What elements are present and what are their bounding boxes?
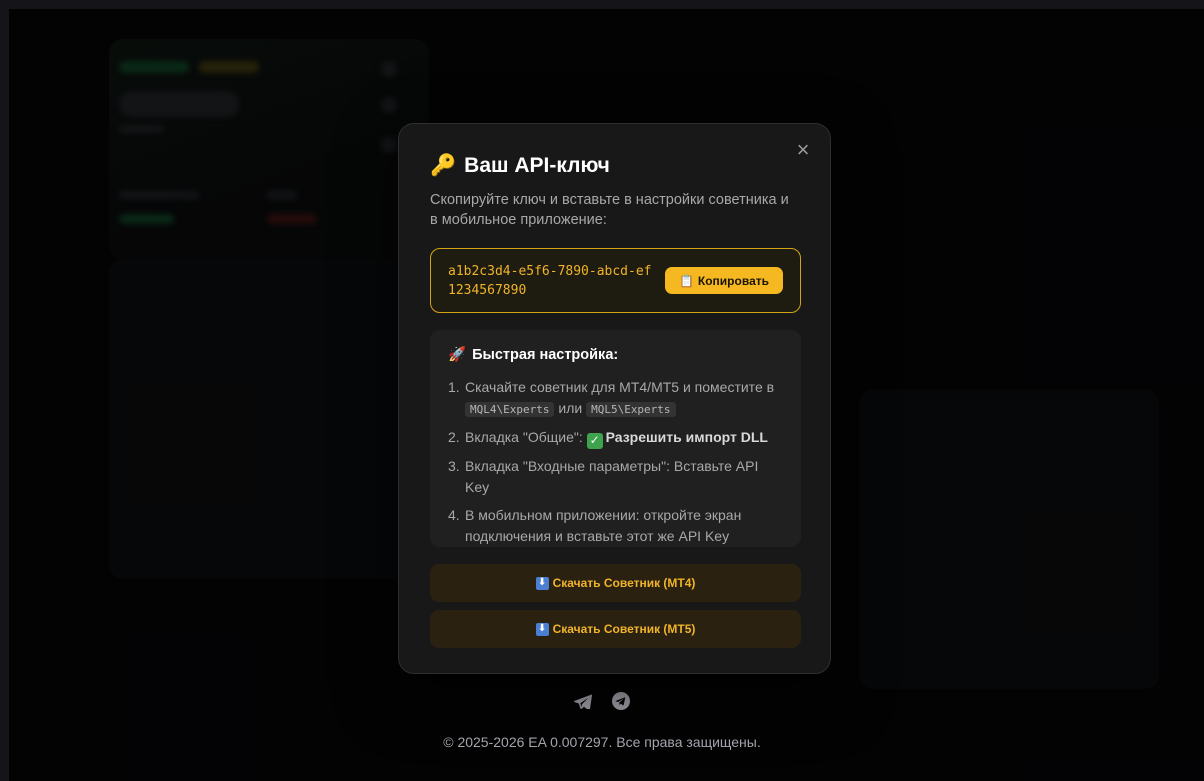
download-arrow-icon: ⬇ — [535, 576, 549, 590]
download-mt4-button[interactable]: ⬇ Скачать Советник (MT4) — [430, 564, 801, 602]
download-mt5-button[interactable]: ⬇ Скачать Советник (MT5) — [430, 610, 801, 648]
close-icon[interactable]: × — [792, 139, 814, 162]
api-key-modal: × 🔑 Ваш API-ключ Скопируйте ключ и встав… — [398, 123, 831, 674]
setup-step: 4. В мобильном приложении: откройте экра… — [448, 506, 742, 544]
copy-button[interactable]: 📋 Копировать — [664, 267, 783, 294]
setup-title-text: Быстрая настройка: — [472, 346, 619, 363]
setup-step: 2. Вкладка "Общие": ✓ Разрешить импорт DL… — [448, 429, 768, 449]
telegram-plane-icon[interactable] — [574, 692, 592, 710]
api-key-box: a1b2c3d4-e5f6-7890-abcd-ef1234567890 📋 К… — [430, 248, 801, 313]
setup-step: 1. Скачайте советник для MT4/MT5 и помес… — [448, 379, 775, 417]
rocket-icon: 🚀 — [448, 347, 467, 363]
quick-setup-card: 🚀 Быстрая настройка: 1. Скачайте советни… — [430, 330, 801, 547]
setup-step: 3. Вкладка "Входные параметры": Вставьте… — [448, 457, 759, 495]
clipboard-icon: 📋 — [678, 273, 694, 288]
telegram-circle-icon[interactable] — [612, 692, 630, 710]
download-arrow-icon: ⬇ — [535, 622, 549, 636]
check-icon: ✓ — [586, 432, 603, 449]
modal-title: 🔑 Ваш API-ключ — [430, 154, 799, 178]
modal-title-text: Ваш API-ключ — [464, 154, 610, 177]
copy-button-label: Копировать — [697, 273, 769, 288]
footer-social-links — [0, 692, 1204, 710]
code-mql5-path: MQL5\Experts — [586, 402, 676, 417]
api-key-value[interactable]: a1b2c3d4-e5f6-7890-abcd-ef1234567890 — [448, 262, 658, 300]
modal-subtitle: Скопируйте ключ и вставьте в настройки с… — [430, 192, 789, 228]
code-mql4-path: MQL4\Experts — [465, 402, 555, 417]
download-mt5-label: Скачать Советник (MT5) — [552, 622, 696, 636]
footer-copyright: © 2025-2026 EA 0.007297. Все права защищ… — [443, 734, 761, 750]
download-mt4-label: Скачать Советник (MT4) — [552, 576, 696, 590]
setup-steps: 1. Скачайте советник для MT4/MT5 и помес… — [448, 377, 783, 547]
key-icon: 🔑 — [430, 154, 457, 177]
setup-title: 🚀 Быстрая настройка: — [448, 346, 783, 364]
